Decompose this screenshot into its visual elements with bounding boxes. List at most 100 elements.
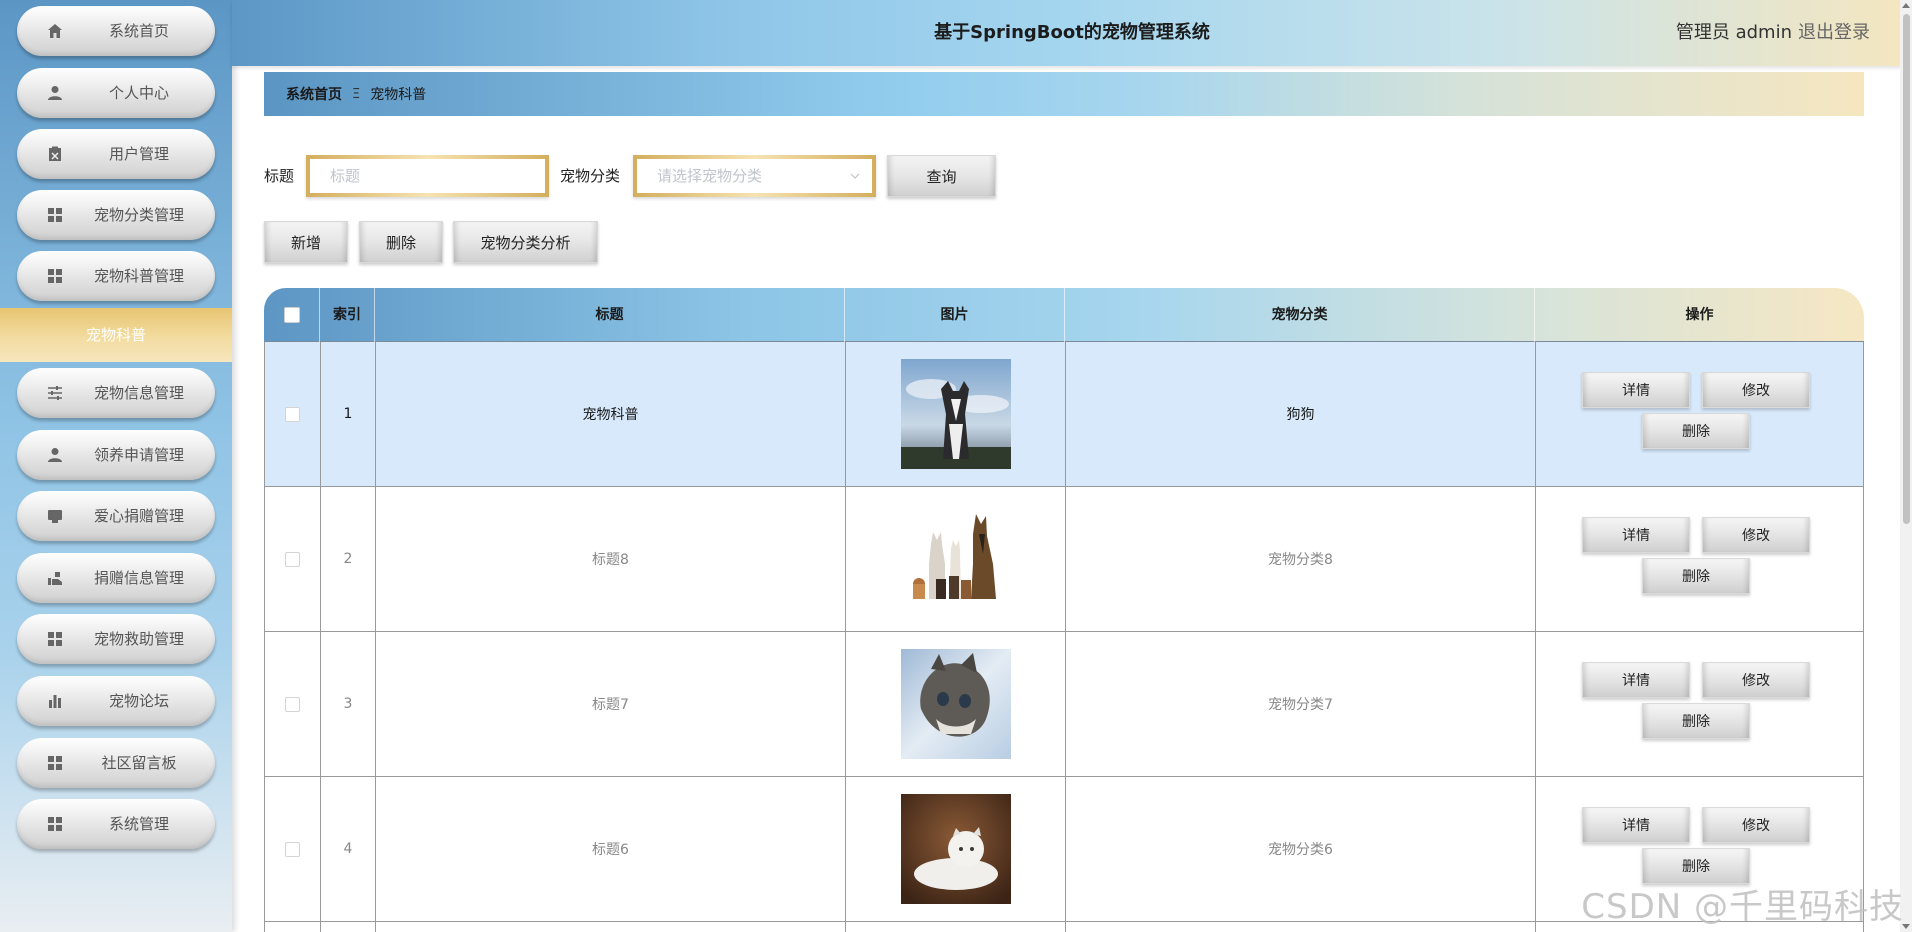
row-title: 标题6 (375, 777, 845, 921)
kitten-photo[interactable] (900, 649, 1011, 759)
chevron-down-icon (850, 173, 860, 179)
table-row: 3 标题7 宠物分类7 详情 修改 删除 (264, 632, 1864, 777)
app-root: 系统首页 个人中心 用户管理 宠物分类管理 宠物科普管理 宠物科普 宠物信息管理… (0, 0, 1912, 932)
sidebar-subitem-pet-science[interactable]: 宠物科普 (0, 308, 232, 362)
row-check-cell (265, 342, 320, 486)
edit-button[interactable]: 修改 (1702, 662, 1810, 698)
clipboard-icon (45, 144, 65, 164)
column-header-image: 图片 (844, 288, 1064, 342)
scroll-up-icon[interactable] (1902, 3, 1910, 8)
category-select[interactable]: 请选择宠物分类 (637, 159, 872, 193)
breadcrumb: 系统首页 Ξ 宠物科普 (264, 72, 1864, 116)
title-filter-frame (306, 155, 549, 197)
husky-photo[interactable] (900, 359, 1011, 469)
detail-button[interactable]: 详情 (1582, 807, 1690, 843)
row-image-cell (845, 342, 1065, 486)
header-checkbox-cell (264, 288, 319, 342)
row-category: 宠物分类8 (1065, 487, 1535, 631)
sidebar-item-profile[interactable]: 个人中心 (17, 68, 215, 118)
grid-icon (45, 205, 65, 225)
add-button[interactable]: 新增 (264, 221, 348, 263)
sidebar-item-label: 宠物救助管理 (93, 630, 184, 648)
logout-link[interactable]: 退出登录 (1798, 0, 1870, 66)
sidebar-item-label: 宠物论坛 (108, 692, 169, 710)
edit-button[interactable]: 修改 (1702, 372, 1810, 408)
row-actions: 详情 修改 删除 (1535, 487, 1864, 631)
grid-icon (45, 629, 65, 649)
pets-group-photo[interactable] (900, 504, 1011, 614)
sidebar-item-label: 系统首页 (108, 22, 169, 40)
sidebar-item-system[interactable]: 系统管理 (17, 799, 215, 849)
row-check-cell (265, 632, 320, 776)
sidebar-item-label: 领养申请管理 (93, 446, 184, 464)
column-header-actions: 操作 (1534, 288, 1864, 342)
sidebar-item-message-board[interactable]: 社区留言板 (17, 738, 215, 788)
edit-button[interactable]: 修改 (1702, 517, 1810, 553)
scroll-thumb[interactable] (1903, 14, 1910, 524)
row-delete-button[interactable]: 删除 (1642, 703, 1750, 739)
sidebar-item-donation[interactable]: 爱心捐赠管理 (17, 491, 215, 541)
row-delete-button[interactable]: 删除 (1642, 558, 1750, 594)
sidebar-item-label: 个人中心 (108, 84, 169, 102)
row-index: 4 (320, 777, 375, 921)
row-index: 1 (320, 342, 375, 486)
detail-button[interactable]: 详情 (1582, 372, 1690, 408)
row-image-cell (845, 632, 1065, 776)
sidebar-item-label: 用户管理 (108, 145, 169, 163)
row-checkbox[interactable] (285, 551, 300, 567)
category-filter-label: 宠物分类 (560, 167, 621, 185)
monitor-icon (45, 506, 65, 526)
sidebar-item-pet-info[interactable]: 宠物信息管理 (17, 368, 215, 418)
category-analysis-button[interactable]: 宠物分类分析 (453, 221, 598, 263)
detail-button[interactable]: 详情 (1582, 662, 1690, 698)
row-checkbox[interactable] (285, 841, 300, 857)
sidebar-item-label: 爱心捐赠管理 (93, 507, 184, 525)
delete-button[interactable]: 删除 (359, 221, 443, 263)
white-cat-photo[interactable] (900, 794, 1011, 904)
sidebar-item-label: 捐赠信息管理 (93, 569, 184, 587)
row-check-cell (265, 777, 320, 921)
row-title: 标题8 (375, 487, 845, 631)
breadcrumb-separator: Ξ (352, 86, 361, 102)
row-title: 标题7 (375, 632, 845, 776)
detail-button[interactable]: 详情 (1582, 517, 1690, 553)
row-check-cell (265, 922, 320, 932)
category-filter-frame: 请选择宠物分类 (633, 155, 876, 197)
sidebar: 系统首页 个人中心 用户管理 宠物分类管理 宠物科普管理 宠物科普 宠物信息管理… (0, 0, 232, 932)
row-checkbox[interactable] (285, 406, 300, 422)
breadcrumb-home[interactable]: 系统首页 (286, 84, 342, 104)
row-checkbox[interactable] (285, 696, 300, 712)
title-search-input[interactable] (310, 159, 545, 193)
category-select-placeholder: 请选择宠物分类 (657, 167, 763, 185)
row-delete-button[interactable]: 删除 (1642, 413, 1750, 449)
query-button[interactable]: 查询 (887, 155, 996, 197)
edit-button[interactable]: 修改 (1702, 807, 1810, 843)
grid-icon (45, 814, 65, 834)
sidebar-item-label: 宠物分类管理 (93, 206, 184, 224)
page-scrollbar[interactable] (1900, 0, 1912, 932)
sidebar-item-forum[interactable]: 宠物论坛 (17, 676, 215, 726)
row-image-cell (845, 777, 1065, 921)
sidebar-item-donation-info[interactable]: 捐赠信息管理 (17, 553, 215, 603)
sidebar-item-pet-category[interactable]: 宠物分类管理 (17, 190, 215, 240)
data-table: 索引 标题 图片 宠物分类 操作 1 宠物科普 狗狗 详情 修改 删除 2 标题… (264, 288, 1864, 932)
hand-icon (45, 568, 65, 588)
sidebar-item-label: 宠物信息管理 (93, 384, 184, 402)
row-category: 狗狗 (1065, 342, 1535, 486)
sidebar-item-label: 系统管理 (108, 815, 169, 833)
select-all-checkbox[interactable] (284, 307, 300, 323)
row-actions: 详情 修改 删除 (1535, 342, 1864, 486)
sidebar-item-home[interactable]: 系统首页 (17, 6, 215, 56)
sidebar-item-users[interactable]: 用户管理 (17, 129, 215, 179)
row-image-cell (845, 487, 1065, 631)
grid-icon (45, 266, 65, 286)
row-category: 宠物分类7 (1065, 632, 1535, 776)
sidebar-item-pet-science[interactable]: 宠物科普管理 (17, 251, 215, 301)
sidebar-item-label: 社区留言板 (101, 754, 177, 772)
row-index-cell (320, 922, 375, 932)
sidebar-item-rescue[interactable]: 宠物救助管理 (17, 614, 215, 664)
breadcrumb-current: 宠物科普 (370, 87, 427, 103)
column-header-index: 索引 (319, 288, 374, 342)
sidebar-item-adoption[interactable]: 领养申请管理 (17, 430, 215, 480)
sliders-icon (45, 383, 65, 403)
